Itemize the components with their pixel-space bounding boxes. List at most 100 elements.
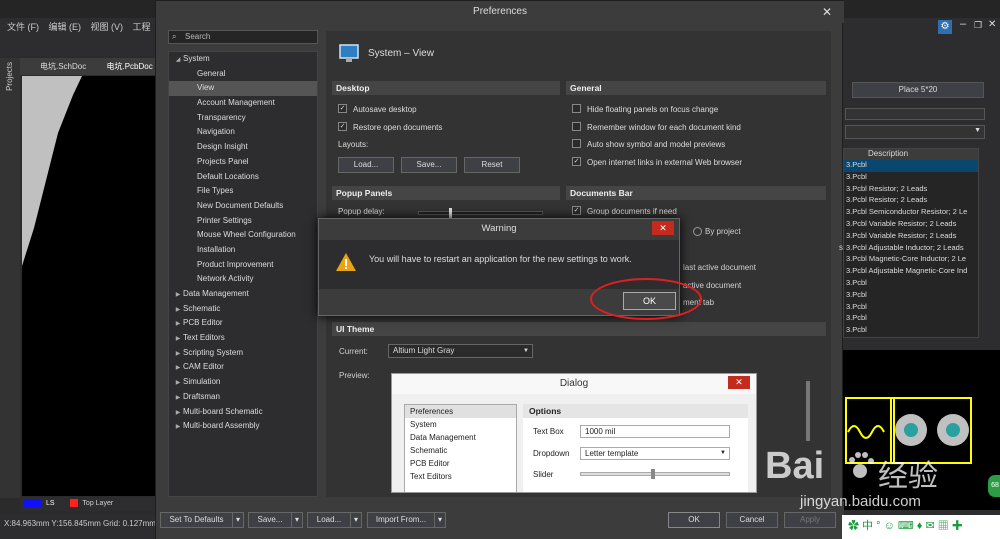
tree-node[interactable]: ▶ CAM Editor (169, 360, 317, 375)
restore-icon[interactable]: ❐ (974, 20, 982, 31)
layer-ls[interactable]: LS (46, 500, 55, 507)
ok-button[interactable]: OK (668, 512, 720, 528)
tree-node[interactable]: ▶ Simulation (169, 375, 317, 390)
table-row[interactable]: 3.Pcbl Adjustable Inductor; 2 Leads (844, 243, 978, 255)
place-component-button[interactable]: Place 5*20 (852, 82, 984, 98)
table-row[interactable]: 3.Pcbl (844, 325, 978, 337)
tree-node[interactable]: ▶ Scripting System (169, 346, 317, 361)
tree-item[interactable]: New Document Defaults (169, 199, 317, 214)
tab-schdoc[interactable]: 电坑.SchDoc (20, 62, 86, 71)
option-checkbox[interactable] (572, 139, 581, 149)
table-row[interactable]: 3.Pcbl Resistor; 2 Leads (844, 184, 978, 196)
menu-view[interactable]: 视图 (V) (91, 22, 124, 32)
collapsed-arrow-icon[interactable]: ▶ (173, 332, 183, 347)
collapsed-arrow-icon[interactable]: ▶ (173, 420, 183, 435)
table-row[interactable]: 3.Pcbl (844, 278, 978, 290)
collapsed-arrow-icon[interactable]: ▶ (173, 406, 183, 421)
search-input[interactable]: Search (168, 30, 318, 44)
slider-thumb[interactable] (449, 208, 452, 218)
collapsed-arrow-icon[interactable]: ▶ (173, 391, 183, 406)
tree-node[interactable]: ▶ Data Management (169, 287, 317, 302)
theme-dropdown[interactable]: Altium Light Gray ▼ (388, 344, 533, 358)
tree-node[interactable]: ▶ Draftsman (169, 390, 317, 405)
radio-circle[interactable] (693, 227, 702, 237)
close-icon[interactable]: ✕ (988, 19, 996, 30)
library-dropdown[interactable]: ▼ (845, 125, 985, 139)
popup-delay-slider[interactable] (418, 208, 543, 218)
tree-item[interactable]: Network Activity (169, 272, 317, 287)
projects-side-tab[interactable]: Projects (0, 58, 20, 498)
library-table[interactable]: Description 3.Pcbl 3.Pcbl 3.Pcbl Resistor;… (843, 148, 979, 338)
tree-item[interactable]: Default Locations (169, 170, 317, 185)
tree-item[interactable]: Projects Panel (169, 155, 317, 170)
general-option[interactable]: ✓ Open internet links in external Web bro… (566, 154, 826, 172)
tree-node[interactable]: ▶ Schematic (169, 302, 317, 317)
close-icon[interactable]: ✕ (818, 3, 836, 21)
minimize-icon[interactable]: – (960, 18, 966, 30)
layer-top[interactable]: Top Layer (82, 500, 113, 507)
autosave-checkbox[interactable]: ✓ (338, 104, 347, 114)
library-filter-input[interactable] (845, 108, 985, 120)
tree-item[interactable]: Transparency (169, 111, 317, 126)
general-option[interactable]: Hide floating panels on focus change (566, 101, 826, 119)
option-checkbox[interactable] (572, 104, 581, 114)
load-button[interactable]: Load... (307, 512, 351, 528)
close-icon[interactable]: ✕ (652, 221, 674, 235)
tree-item[interactable]: Printer Settings (169, 214, 317, 229)
tab-pcbdoc[interactable]: 电坑.PcbDoc (88, 62, 152, 71)
tree-item[interactable]: File Types (169, 184, 317, 199)
gear-icon[interactable]: ⚙ (938, 20, 952, 34)
column-header-description[interactable]: Description (844, 149, 978, 160)
tree-item[interactable]: Mouse Wheel Configuration (169, 228, 317, 243)
collapsed-arrow-icon[interactable]: ▶ (173, 347, 183, 362)
tree-node[interactable]: ▶ PCB Editor (169, 316, 317, 331)
tree-node[interactable]: ▶ Multi-board Assembly (169, 419, 317, 434)
expanded-arrow-icon[interactable]: ◢ (173, 53, 183, 68)
layout-load-button[interactable]: Load... (338, 157, 394, 173)
menu-project[interactable]: 工程 (133, 22, 151, 32)
tree-item[interactable]: Navigation (169, 125, 317, 140)
tree-item[interactable]: General (169, 67, 317, 82)
general-option[interactable]: Auto show symbol and model previews (566, 136, 826, 154)
tree-node[interactable]: ◢ System (169, 52, 317, 67)
save-dropdown[interactable]: ▾ (291, 512, 303, 528)
table-row[interactable]: 3.Pcbl Resistor; 2 Leads (844, 195, 978, 207)
import-dropdown[interactable]: ▾ (434, 512, 446, 528)
save-button[interactable]: Save... (248, 512, 292, 528)
tree-item[interactable]: View (169, 81, 317, 97)
set-defaults-dropdown[interactable]: ▾ (232, 512, 244, 528)
table-row[interactable]: 3.Pcbl (844, 313, 978, 325)
table-row[interactable]: 3.Pcbl (844, 290, 978, 302)
menu-file[interactable]: 文件 (F) (7, 22, 39, 32)
tree-item[interactable]: Account Management (169, 96, 317, 111)
collapsed-arrow-icon[interactable]: ▶ (173, 288, 183, 303)
content-scrollbar[interactable] (806, 381, 810, 441)
table-row[interactable]: 3.Pcbl (844, 160, 978, 172)
option-checkbox[interactable] (572, 121, 581, 131)
table-row[interactable]: 3.Pcbl Semiconductor Resistor; 2 Le (844, 207, 978, 219)
group-docs-checkbox[interactable]: ✓ (572, 206, 581, 216)
tree-item[interactable]: Product Improvement (169, 258, 317, 273)
table-row[interactable]: 3.Pcbl Adjustable Magnetic-Core Ind (844, 266, 978, 278)
restore-checkbox[interactable]: ✓ (338, 121, 347, 131)
layout-reset-button[interactable]: Reset (464, 157, 520, 173)
import-button[interactable]: Import From... (367, 512, 435, 528)
layout-save-button[interactable]: Save... (401, 157, 457, 173)
table-row[interactable]: 3.Pcbl Magnetic-Core Inductor; 2 Le (844, 254, 978, 266)
collapsed-arrow-icon[interactable]: ▶ (173, 361, 183, 376)
option-checkbox[interactable]: ✓ (572, 156, 581, 166)
collapsed-arrow-icon[interactable]: ▶ (173, 317, 183, 332)
general-option[interactable]: Remember window for each document kind (566, 119, 826, 137)
tree-node[interactable]: ▶ Text Editors (169, 331, 317, 346)
table-row[interactable]: 3.Pcbl (844, 302, 978, 314)
tree-node[interactable]: ▶ Multi-board Schematic (169, 405, 317, 420)
table-row[interactable]: 3.Pcbl Variable Resistor; 2 Leads (844, 231, 978, 243)
table-row[interactable]: 3.Pcbl Variable Resistor; 2 Leads (844, 219, 978, 231)
by-project-radio[interactable]: By project (693, 227, 741, 237)
menu-edit[interactable]: 编辑 (E) (49, 22, 82, 32)
table-row[interactable]: 3.Pcbl (844, 172, 978, 184)
restore-option[interactable]: ✓ Restore open documents (332, 119, 560, 137)
load-dropdown[interactable]: ▾ (350, 512, 362, 528)
set-defaults-button[interactable]: Set To Defaults (160, 512, 233, 528)
collapsed-arrow-icon[interactable]: ▶ (173, 376, 183, 391)
